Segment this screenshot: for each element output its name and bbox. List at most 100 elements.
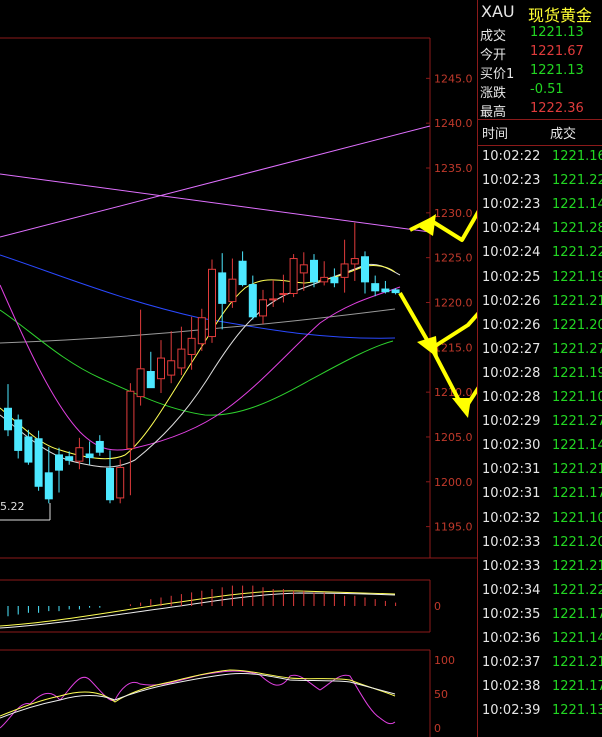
tick-row: 10:02:38 1221.17 xyxy=(478,679,602,701)
price-axis-label: 1225.0 xyxy=(434,252,473,265)
kdj-j-line xyxy=(0,670,396,729)
tick-price: 1221.28 xyxy=(552,221,602,237)
symbol-header: XAU 现货黄金 xyxy=(478,0,602,25)
kdj-axis-label: 0 xyxy=(434,722,441,735)
tick-row: 10:02:29 1221.27 xyxy=(478,414,602,436)
tick-time: 10:02:22 xyxy=(482,149,541,164)
candle xyxy=(44,446,53,504)
tick-row: 10:02:37 1221.21 xyxy=(478,655,602,677)
candle xyxy=(238,251,247,287)
tick-row: 10:02:28 1221.19 xyxy=(478,366,602,388)
candle xyxy=(157,340,165,394)
candlestick-chart[interactable]: 1245.01240.01235.01230.01225.01220.01215… xyxy=(0,0,477,737)
candle xyxy=(167,331,176,384)
tick-time: 10:02:35 xyxy=(482,606,541,622)
ma-white xyxy=(0,263,401,468)
tick-time: 10:02:23 xyxy=(482,197,541,213)
candle xyxy=(381,280,390,294)
tick-row: 10:02:22 1221.16 xyxy=(478,149,602,171)
quote-label: 买价1 xyxy=(480,67,515,82)
tick-time: 10:02:26 xyxy=(482,293,541,309)
tick-price: 1221.10 xyxy=(552,390,602,405)
quote-label: 成交 xyxy=(480,29,507,44)
candle xyxy=(340,239,349,293)
tick-price: 1221.21 xyxy=(552,293,602,309)
tick-price: 1221.14 xyxy=(552,631,602,646)
ma-long-blue xyxy=(0,254,396,339)
macd-histogram xyxy=(7,585,397,617)
price-axis-label: 1220.0 xyxy=(434,296,473,309)
candle xyxy=(259,289,267,324)
tick-row: 10:02:31 1221.17 xyxy=(478,486,602,508)
tick-row: 10:02:39 1221.13 xyxy=(478,703,602,725)
tick-row: 10:02:23 1221.22 xyxy=(478,173,602,195)
tick-price: 1221.13 xyxy=(552,703,602,719)
price-axis xyxy=(426,77,430,528)
tick-row: 10:02:23 1221.14 xyxy=(478,197,602,219)
price-axis-label: 1240.0 xyxy=(434,117,473,130)
tick-time: 10:02:37 xyxy=(482,655,541,671)
tick-list[interactable]: 10:02:22 1221.16 10:02:23 1221.22 10:02:23 12… xyxy=(478,146,602,737)
kdj-k-line xyxy=(0,669,396,717)
symbol-code: XAU xyxy=(481,2,515,21)
tick-time: 10:02:28 xyxy=(482,365,541,381)
price-axis-label: 1235.0 xyxy=(434,162,473,175)
tick-row: 10:02:26 1221.21 xyxy=(478,294,602,316)
tick-time: 10:02:39 xyxy=(482,703,541,719)
tick-row: 10:02:25 1221.19 xyxy=(478,270,602,292)
tick-time: 10:02:33 xyxy=(482,534,541,550)
tick-row: 10:02:24 1221.28 xyxy=(478,221,602,243)
quote-value: 1221.13 xyxy=(530,25,584,40)
tick-price: 1221.27 xyxy=(552,341,602,357)
ma-yellow xyxy=(0,265,396,460)
candle xyxy=(361,251,369,294)
candle xyxy=(310,254,318,288)
kdj-axis-label: 100 xyxy=(434,654,455,667)
candle xyxy=(208,259,216,343)
candle xyxy=(320,261,329,286)
quote-panel: XAU 现货黄金 成交 1221.13 今开 1221.67 买价1 1221.13 涨跌 -… xyxy=(477,0,602,737)
quote-value: 1221.67 xyxy=(530,44,584,59)
quote-value: -0.51 xyxy=(530,82,564,97)
tick-price: 1221.17 xyxy=(552,486,602,502)
tick-row: 10:02:36 1221.14 xyxy=(478,631,602,653)
tick-price: 1221.20 xyxy=(552,534,602,550)
quote-label: 涨跌 xyxy=(480,86,507,101)
tick-row: 10:02:34 1221.22 xyxy=(478,583,602,605)
tick-time: 10:02:29 xyxy=(482,414,541,430)
ticks-header-time: 时间 xyxy=(482,127,509,142)
tick-price: 1221.22 xyxy=(552,173,602,189)
tick-row: 10:02:27 1221.27 xyxy=(478,342,602,364)
tick-time: 10:02:25 xyxy=(482,269,541,285)
tick-price: 1221.21 xyxy=(552,558,602,574)
tick-price: 1221.21 xyxy=(552,655,602,671)
tick-price: 1221.19 xyxy=(552,365,602,381)
tick-price: 1221.20 xyxy=(552,317,602,333)
tick-row: 10:02:35 1221.17 xyxy=(478,607,602,629)
tick-price: 1221.10 xyxy=(552,510,602,526)
tick-time: 10:02:27 xyxy=(482,341,541,357)
symbol-name: 现货黄金 xyxy=(528,6,593,25)
macd-zero-label: 0 xyxy=(434,600,441,613)
price-axis-label: 1230.0 xyxy=(434,207,473,220)
candle xyxy=(350,222,359,281)
tick-price: 1221.14 xyxy=(552,438,602,454)
candle xyxy=(85,441,94,465)
tick-price: 1221.17 xyxy=(552,606,602,622)
chart-grid xyxy=(0,37,477,737)
forecast-arrows xyxy=(398,209,477,418)
low-price-marker: 5.22 xyxy=(0,500,25,513)
ticks-header: 时间 成交 xyxy=(478,120,602,144)
tick-row: 10:02:32 1221.10 xyxy=(478,511,602,533)
tick-time: 10:02:32 xyxy=(482,510,541,526)
tick-row: 10:02:33 1221.21 xyxy=(478,559,602,581)
candle xyxy=(299,252,308,291)
candle xyxy=(14,414,23,459)
tick-time: 10:02:24 xyxy=(482,221,541,237)
resistance-trendline-falling xyxy=(0,173,431,233)
tick-time: 10:02:36 xyxy=(482,631,541,646)
tick-price: 1221.22 xyxy=(552,582,602,598)
candle xyxy=(197,308,206,351)
arrow-up-head-1 xyxy=(417,214,436,236)
candle xyxy=(55,447,63,493)
